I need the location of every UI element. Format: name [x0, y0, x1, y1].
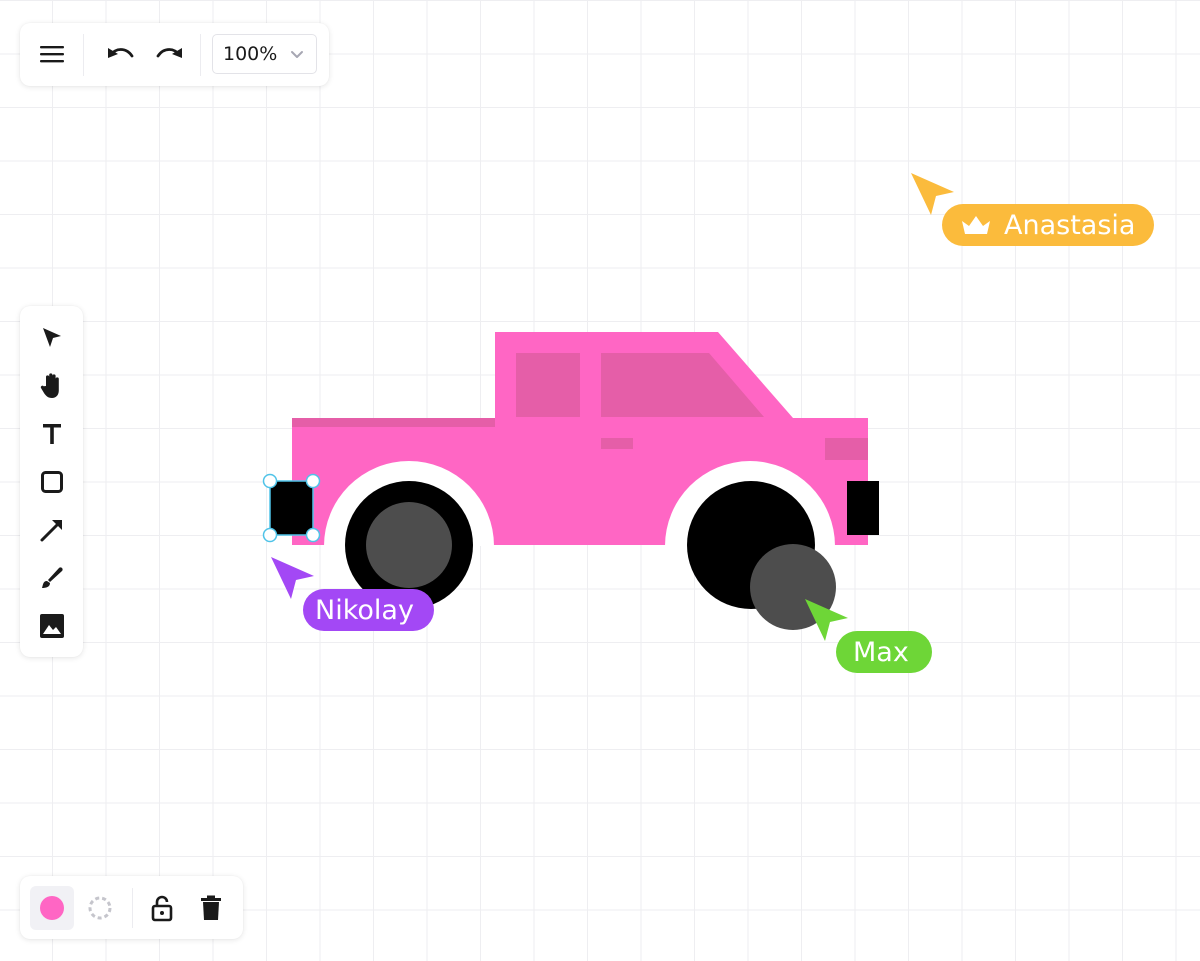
tool-palette [20, 306, 83, 657]
brush-tool-button[interactable] [32, 558, 72, 598]
collaborator-name: Max [853, 636, 909, 668]
zoom-select[interactable]: 100% [212, 34, 317, 74]
resize-handle-bottom-left[interactable] [262, 527, 278, 543]
square-icon [41, 471, 63, 493]
arrow-icon [40, 520, 62, 542]
chevron-down-icon [291, 51, 303, 58]
crown-icon [962, 216, 990, 234]
delete-button[interactable] [191, 888, 231, 928]
zoom-value: 100% [223, 43, 278, 65]
toolbar-divider [83, 34, 84, 76]
brush-icon [42, 567, 63, 588]
collaborator-label-anastasia: Anastasia [942, 204, 1154, 246]
resize-handle-top-right[interactable] [305, 473, 321, 489]
collaborator-label-max: Max [836, 631, 932, 673]
hand-tool-button[interactable] [32, 366, 72, 406]
style-bar-divider [132, 888, 133, 928]
rear-bumper[interactable] [270, 481, 313, 535]
text-icon [43, 424, 61, 444]
truck-door-handle[interactable] [601, 438, 633, 449]
stroke-style-button[interactable] [80, 886, 120, 930]
menu-button[interactable] [32, 34, 72, 74]
toolbar-divider [200, 34, 201, 76]
collaborator-name: Anastasia [1004, 209, 1136, 241]
hamburger-menu-icon [40, 46, 64, 63]
text-tool-button[interactable] [32, 414, 72, 454]
front-bumper[interactable] [847, 481, 879, 535]
pointer-arrow-icon [43, 328, 61, 347]
hand-icon [40, 373, 59, 398]
resize-handle-top-left[interactable] [262, 473, 278, 489]
truck-rear-window[interactable] [516, 353, 580, 417]
style-bar [20, 876, 243, 939]
collaborator-label-nikolay: Nikolay [303, 589, 434, 631]
rear-wheel-hub[interactable] [366, 502, 452, 588]
lock-button[interactable] [142, 888, 182, 928]
truck-front-light[interactable] [825, 438, 868, 460]
image-icon [40, 614, 64, 638]
unlock-icon [151, 895, 173, 922]
fill-color-swatch [40, 896, 64, 920]
redo-button[interactable] [149, 34, 189, 74]
redo-icon [156, 48, 182, 58]
truck-bed-stripe[interactable] [292, 418, 495, 427]
arrow-tool-button[interactable] [32, 510, 72, 550]
undo-icon [108, 48, 134, 58]
collaborator-name: Nikolay [315, 594, 414, 626]
undo-button[interactable] [101, 34, 141, 74]
trash-icon [201, 895, 221, 920]
whiteboard-canvas[interactable] [0, 0, 1200, 961]
top-toolbar: 100% [20, 23, 329, 86]
image-tool-button[interactable] [32, 606, 72, 646]
rectangle-tool-button[interactable] [32, 462, 72, 502]
dashed-circle-icon [88, 896, 112, 920]
fill-color-button[interactable] [30, 886, 74, 930]
resize-handle-bottom-right[interactable] [305, 527, 321, 543]
pickup-truck-drawing[interactable] [270, 332, 879, 630]
select-tool-button[interactable] [32, 318, 72, 358]
